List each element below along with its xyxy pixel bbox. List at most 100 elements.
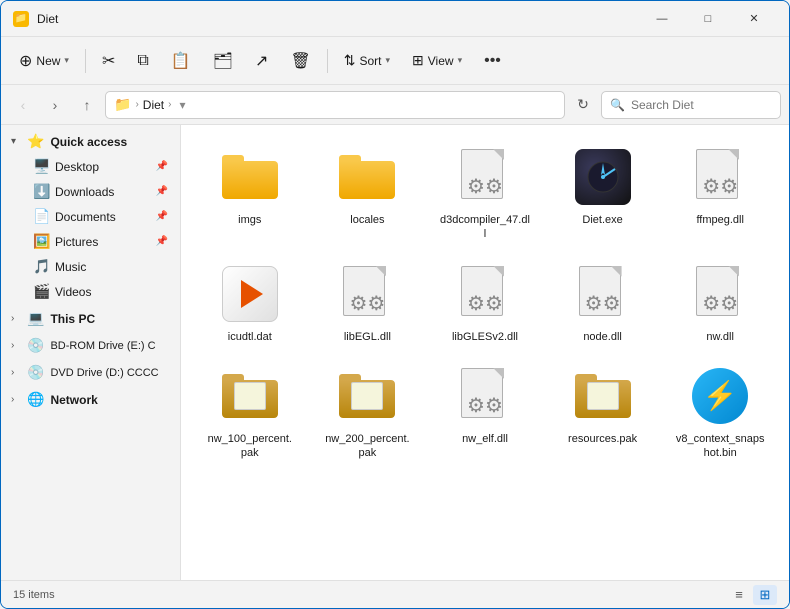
list-item[interactable]: ⚡ v8_context_snapshot.bin (663, 356, 777, 469)
dvd-expand-icon: › (11, 367, 23, 378)
file-label: nw_200_percent.pak (322, 432, 412, 461)
quick-access-label: Quick access (50, 135, 127, 149)
desktop-icon: 🖥️ (33, 158, 49, 175)
downloads-label: Downloads (55, 185, 156, 199)
downloads-icon: ⬇️ (33, 183, 49, 200)
file-label: libGLESv2.dll (452, 330, 518, 344)
sidebar-section-quick-access: ▾ ⭐ Quick access 🖥️ Desktop 📌 ⬇️ Downloa… (1, 129, 180, 304)
this-pc-icon: 💻 (27, 310, 44, 327)
list-item[interactable]: locales (311, 137, 425, 250)
list-item[interactable]: nw_100_percent.pak (193, 356, 307, 469)
sidebar-section-thispc: › 💻 This PC (1, 306, 180, 331)
network-header[interactable]: › 🌐 Network (5, 387, 176, 412)
bdrom-icon: 💿 (27, 337, 44, 354)
grid-view-button[interactable]: ⊞ (753, 585, 777, 605)
bin-icon-wrap: ⚡ (688, 364, 752, 428)
sidebar-item-videos[interactable]: 🎬 Videos (5, 279, 176, 304)
window-title: Diet (37, 12, 639, 26)
list-item[interactable]: nw_200_percent.pak (311, 356, 425, 469)
sort-icon: ⇅ (344, 52, 356, 69)
dll-icon-wrap: ⚙⚙ (688, 262, 752, 326)
list-item[interactable]: imgs (193, 137, 307, 250)
file-label: v8_context_snapshot.bin (675, 432, 765, 461)
forward-button[interactable]: › (41, 91, 69, 119)
delete-button[interactable]: 🗑 (280, 45, 320, 77)
close-button[interactable]: ✕ (731, 5, 777, 33)
pak-icon (575, 374, 631, 418)
back-button[interactable]: ‹ (9, 91, 37, 119)
path-segment-diet: Diet (143, 98, 164, 112)
copy-button[interactable]: ⧉ (127, 46, 158, 76)
sidebar-item-music[interactable]: 🎵 Music (5, 254, 176, 279)
cut-button[interactable]: ✂ (92, 45, 125, 77)
address-bar[interactable]: 📁 › Diet › ▾ (105, 91, 565, 119)
dll-icon-wrap: ⚙⚙ (571, 262, 635, 326)
up-button[interactable]: ↑ (73, 91, 101, 119)
sort-button[interactable]: ⇅ Sort ▾ (334, 46, 400, 75)
dat-icon-wrap (218, 262, 282, 326)
view-dropdown-icon: ▾ (458, 55, 463, 66)
list-item[interactable]: ⚙⚙ libGLESv2.dll (428, 254, 542, 352)
app-icon: 📁 (13, 11, 29, 27)
bdrom-expand-icon: › (11, 340, 23, 351)
dll-icon-wrap: ⚙⚙ (453, 364, 517, 428)
sidebar-section-network: › 🌐 Network (1, 387, 180, 412)
documents-pin-icon: 📌 (156, 211, 168, 222)
list-view-button[interactable]: ≡ (727, 585, 751, 605)
pak-icon-wrap (571, 364, 635, 428)
sidebar-item-downloads[interactable]: ⬇️ Downloads 📌 (5, 179, 176, 204)
list-item[interactable]: Diet.exe (546, 137, 660, 250)
search-box[interactable]: 🔍 (601, 91, 781, 119)
list-item[interactable]: ⚙⚙ nw_elf.dll (428, 356, 542, 469)
view-toggle: ≡ ⊞ (727, 585, 777, 605)
this-pc-header[interactable]: › 💻 This PC (5, 306, 176, 331)
dll-icon-wrap: ⚙⚙ (688, 145, 752, 209)
dat-icon (222, 266, 278, 322)
sidebar-item-desktop[interactable]: 🖥️ Desktop 📌 (5, 154, 176, 179)
network-icon: 🌐 (27, 391, 44, 408)
play-icon (241, 280, 263, 308)
list-item[interactable]: ⚙⚙ nw.dll (663, 254, 777, 352)
pictures-pin-icon: 📌 (156, 236, 168, 247)
minimize-button[interactable]: — (639, 5, 685, 33)
list-item[interactable]: ⚙⚙ libEGL.dll (311, 254, 425, 352)
sidebar-item-documents[interactable]: 📄 Documents 📌 (5, 204, 176, 229)
path-separator: › (135, 99, 138, 110)
pak-icon-wrap (335, 364, 399, 428)
dvd-label: DVD Drive (D:) CCCC (50, 367, 158, 379)
sidebar-section-bdrom: › 💿 BD-ROM Drive (E:) C (1, 333, 180, 358)
search-input[interactable] (631, 98, 772, 112)
pak-icon (222, 374, 278, 418)
share-button[interactable]: ↗ (245, 45, 278, 77)
refresh-button[interactable]: ↻ (569, 91, 597, 119)
list-item[interactable]: ⚙⚙ d3dcompiler_47.dll (428, 137, 542, 250)
folder-icon-wrap (335, 145, 399, 209)
view-button[interactable]: ⊞ View ▾ (402, 46, 472, 75)
new-button[interactable]: ⊕ New ▾ (9, 45, 79, 77)
paste-button[interactable]: 📋 (161, 45, 201, 77)
bdrom-header[interactable]: › 💿 BD-ROM Drive (E:) C (5, 333, 176, 358)
list-item[interactable]: ⚙⚙ ffmpeg.dll (663, 137, 777, 250)
dvd-header[interactable]: › 💿 DVD Drive (D:) CCCC (5, 360, 176, 385)
rename-icon: 🗂 (213, 51, 233, 71)
file-label: nw_100_percent.pak (205, 432, 295, 461)
maximize-button[interactable]: □ (685, 5, 731, 33)
sort-dropdown-icon: ▾ (386, 55, 391, 66)
sidebar-item-pictures[interactable]: 🖼️ Pictures 📌 (5, 229, 176, 254)
downloads-pin-icon: 📌 (156, 186, 168, 197)
network-expand-icon: › (11, 394, 23, 405)
statusbar: 15 items ≡ ⊞ (1, 580, 789, 608)
quick-access-header[interactable]: ▾ ⭐ Quick access (5, 129, 176, 154)
file-label: locales (350, 213, 384, 227)
list-item[interactable]: ⚙⚙ node.dll (546, 254, 660, 352)
delete-icon: 🗑 (290, 51, 310, 71)
rename-button[interactable]: 🗂 (203, 45, 243, 77)
view-icon: ⊞ (412, 52, 424, 69)
lightning-icon: ⚡ (703, 379, 738, 412)
pak-icon (339, 374, 395, 418)
documents-label: Documents (55, 210, 156, 224)
more-options-button[interactable]: ••• (474, 46, 511, 76)
list-item[interactable]: resources.pak (546, 356, 660, 469)
list-item[interactable]: icudtl.dat (193, 254, 307, 352)
bdrom-label: BD-ROM Drive (E:) C (50, 340, 155, 352)
